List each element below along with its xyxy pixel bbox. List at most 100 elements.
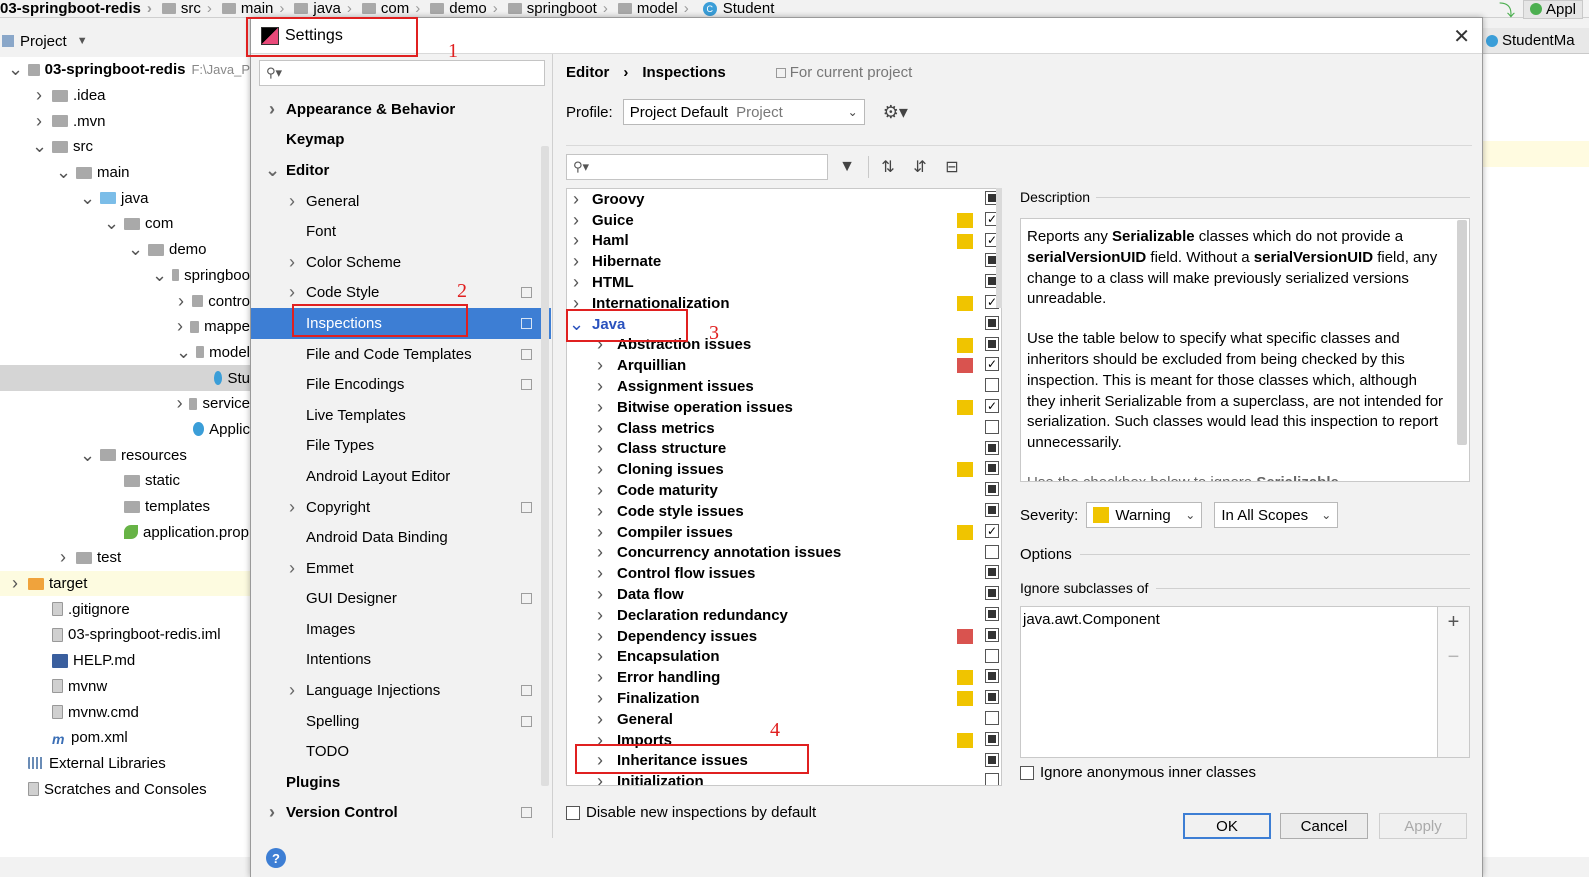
ignore-subclasses-list[interactable]: java.awt.Component xyxy=(1020,606,1438,758)
chevron-right-icon[interactable]: › xyxy=(569,230,583,251)
nav-scrollbar[interactable] xyxy=(541,146,549,786)
ignore-anonymous-checkbox[interactable] xyxy=(1020,765,1034,780)
tree-item[interactable]: › test xyxy=(0,545,250,571)
chevron-right-icon[interactable]: › xyxy=(593,397,607,418)
tree-item[interactable]: static xyxy=(0,468,250,494)
reset-to-default-icon[interactable]: ⊟ xyxy=(939,154,965,180)
inspection-checkbox[interactable] xyxy=(985,336,999,351)
nav-item-images[interactable]: Images xyxy=(251,614,551,645)
inspections-tree[interactable]: › Groovy › Guice ✓ › Haml ✓ › Hibernate › HTML › Inte… xyxy=(566,188,1002,786)
tree-item[interactable]: ⌄ 03-springboot-redis F:\Java_P xyxy=(0,57,250,83)
gear-icon[interactable]: ⚙▾ xyxy=(883,102,908,123)
chevron-down-icon[interactable]: ⌄ xyxy=(80,445,95,466)
inspection-checkbox[interactable] xyxy=(985,648,999,663)
inspection-checkbox[interactable] xyxy=(985,378,999,393)
inspection-checkbox[interactable]: ✓ xyxy=(985,398,999,413)
settings-search-input[interactable] xyxy=(286,65,544,81)
chevron-right-icon[interactable]: › xyxy=(593,522,607,543)
profile-dropdown[interactable]: Project Default Project ⌄ xyxy=(622,99,865,125)
inspection-row[interactable]: › Code style issues xyxy=(567,501,1001,522)
chevron-right-icon[interactable]: › xyxy=(285,497,299,518)
settings-nav-tree[interactable]: › Appearance & Behavior Keymap ⌄ Editor › Gene… xyxy=(251,94,551,828)
chevron-right-icon[interactable]: › xyxy=(265,802,279,823)
chevron-right-icon[interactable]: › xyxy=(8,573,22,594)
inspection-row[interactable]: › Dependency issues xyxy=(567,626,1001,647)
remove-icon[interactable]: − xyxy=(1448,646,1460,669)
chevron-right-icon[interactable]: › xyxy=(593,626,607,647)
tree-item[interactable]: ⌄ com xyxy=(0,211,250,237)
nav-crumb[interactable]: C Student xyxy=(693,0,774,17)
inspection-checkbox[interactable] xyxy=(985,690,999,705)
inspection-checkbox[interactable] xyxy=(985,752,999,767)
inspection-row[interactable]: › Code maturity xyxy=(567,480,1001,501)
chevron-right-icon[interactable]: › xyxy=(32,85,46,106)
chevron-right-icon[interactable]: › xyxy=(593,480,607,501)
chevron-right-icon[interactable]: › xyxy=(569,272,583,293)
breadcrumb-editor[interactable]: Editor xyxy=(566,64,609,81)
chevron-down-icon[interactable]: ⌄ xyxy=(104,213,119,234)
inspection-checkbox[interactable] xyxy=(985,440,999,455)
chevron-right-icon[interactable]: › xyxy=(593,646,607,667)
nav-item-emmet[interactable]: › Emmet xyxy=(251,553,551,584)
chevron-down-icon[interactable]: ⌄ xyxy=(152,265,167,286)
inspection-checkbox[interactable] xyxy=(985,482,999,497)
tree-item[interactable]: templates xyxy=(0,494,250,520)
nav-crumb[interactable]: main › xyxy=(216,0,284,17)
hammer-icon[interactable]: ⤵ xyxy=(1499,0,1515,21)
add-icon[interactable]: + xyxy=(1448,611,1460,634)
tree-item[interactable]: › mappe xyxy=(0,314,250,340)
chevron-down-icon[interactable]: ⌄ xyxy=(56,162,71,183)
nav-crumb[interactable]: springboot › xyxy=(502,0,608,17)
nav-crumb[interactable]: com › xyxy=(356,0,420,17)
chevron-right-icon[interactable]: › xyxy=(285,191,299,212)
editor-tab-student[interactable]: StudentMa xyxy=(1482,28,1589,54)
project-tree[interactable]: ⌄ 03-springboot-redis F:\Java_P › .idea › .mvn… xyxy=(0,57,250,857)
chevron-right-icon[interactable]: › xyxy=(285,558,299,579)
chevron-right-icon[interactable]: › xyxy=(593,459,607,480)
nav-item-appearance-behavior[interactable]: › Appearance & Behavior xyxy=(251,94,551,125)
nav-item-gui-designer[interactable]: GUI Designer xyxy=(251,584,551,615)
inspection-row[interactable]: › Hibernate xyxy=(567,251,1001,272)
chevron-right-icon[interactable]: › xyxy=(593,709,607,730)
chevron-right-icon[interactable]: › xyxy=(593,438,607,459)
inspection-row[interactable]: › General xyxy=(567,709,1001,730)
tree-item[interactable]: .gitignore xyxy=(0,596,250,622)
chevron-right-icon[interactable]: › xyxy=(265,99,279,120)
chevron-right-icon[interactable]: › xyxy=(176,393,183,414)
inspection-checkbox[interactable] xyxy=(985,565,999,580)
chevron-right-icon[interactable]: › xyxy=(569,189,583,210)
chevron-right-icon[interactable]: › xyxy=(285,282,299,303)
nav-item-spelling[interactable]: Spelling xyxy=(251,706,551,737)
tree-item[interactable]: External Libraries xyxy=(0,751,250,777)
apply-button[interactable]: Apply xyxy=(1379,813,1467,839)
inspection-row[interactable]: › Data flow xyxy=(567,584,1001,605)
inspection-checkbox[interactable]: ✓ xyxy=(985,523,999,538)
inspection-row[interactable]: › Assignment issues xyxy=(567,376,1001,397)
nav-item-todo[interactable]: TODO xyxy=(251,736,551,767)
tree-item[interactable]: ⌄ java xyxy=(0,185,250,211)
inspection-checkbox[interactable] xyxy=(985,315,999,330)
inspection-search-input[interactable] xyxy=(593,159,827,175)
tree-item[interactable]: application.prop xyxy=(0,519,250,545)
chevron-down-icon[interactable]: ▼ xyxy=(77,35,88,47)
chevron-down-icon[interactable]: ⌄ xyxy=(80,188,95,209)
chevron-right-icon[interactable]: › xyxy=(593,355,607,376)
inspection-checkbox[interactable] xyxy=(985,419,999,434)
close-icon[interactable]: ✕ xyxy=(1453,24,1470,49)
inspection-checkbox[interactable] xyxy=(985,606,999,621)
scope-dropdown[interactable]: In All Scopes ⌄ xyxy=(1214,502,1339,528)
inspections-scrollbar[interactable] xyxy=(996,188,1002,308)
inspection-row[interactable]: › Cloning issues xyxy=(567,459,1001,480)
collapse-all-icon[interactable]: ⇵ xyxy=(907,154,933,180)
description-scrollbar[interactable] xyxy=(1457,220,1467,445)
nav-crumb[interactable]: 03-springboot-redis › xyxy=(0,0,152,17)
nav-item-file-and-code-templates[interactable]: File and Code Templates xyxy=(251,339,551,370)
inspection-checkbox[interactable] xyxy=(985,710,999,725)
nav-item-language-injections[interactable]: › Language Injections xyxy=(251,675,551,706)
inspection-search[interactable]: ⚲▾ xyxy=(566,154,828,180)
tree-item[interactable]: › .mvn xyxy=(0,108,250,134)
nav-item-live-templates[interactable]: Live Templates xyxy=(251,400,551,431)
chevron-right-icon[interactable]: › xyxy=(593,418,607,439)
inspection-checkbox[interactable] xyxy=(985,731,999,746)
chevron-down-icon[interactable]: ⌄ xyxy=(265,160,280,181)
